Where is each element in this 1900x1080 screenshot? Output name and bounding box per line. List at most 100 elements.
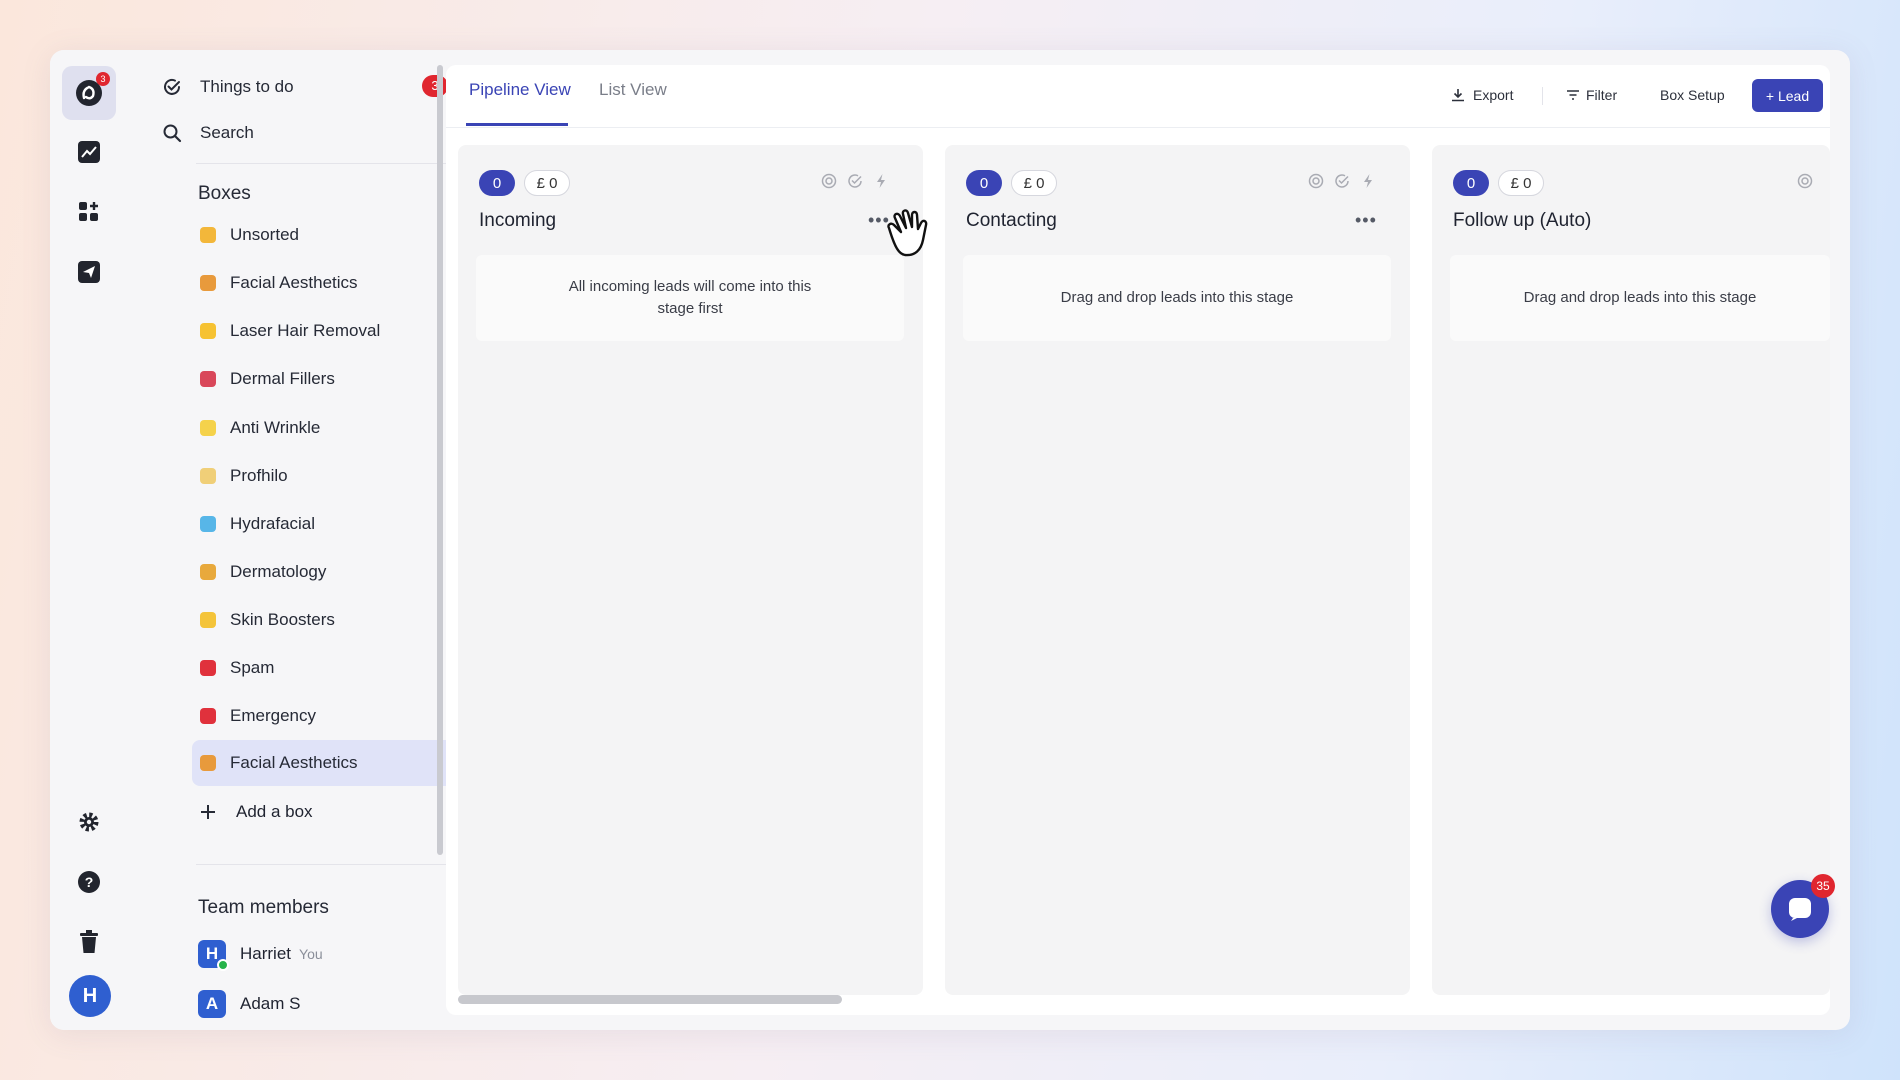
team-member[interactable]: H Harriet You xyxy=(198,940,323,971)
box-label: Facial Aesthetics xyxy=(230,273,358,292)
settings-button[interactable] xyxy=(62,795,116,849)
chart-icon xyxy=(78,141,100,163)
logo-button[interactable]: 3 xyxy=(62,66,116,120)
search-icon xyxy=(163,124,182,143)
sidebar-scrollbar[interactable] xyxy=(437,65,443,855)
chat-icon xyxy=(1789,898,1811,921)
horizontal-scrollbar[interactable] xyxy=(458,995,842,1004)
sidebar-box-item[interactable]: Anti Wrinkle xyxy=(192,405,466,451)
box-label: Dermatology xyxy=(230,562,327,581)
sidebar-box-item[interactable]: Emergency xyxy=(192,693,466,739)
send-icon xyxy=(78,261,100,283)
stage-more-button[interactable]: ••• xyxy=(1355,210,1377,231)
team-member[interactable]: A Adam S xyxy=(198,990,300,1018)
things-to-do-label: Things to do xyxy=(200,77,294,96)
analytics-button[interactable] xyxy=(62,125,116,179)
empty-message-text: All incoming leads will come into this s… xyxy=(568,278,812,317)
add-box-button[interactable]: Add a box xyxy=(200,802,313,822)
empty-message-text: Drag and drop leads into this stage xyxy=(1523,289,1757,306)
target-icon[interactable] xyxy=(1797,173,1813,189)
campaigns-button[interactable] xyxy=(62,245,116,299)
export-button[interactable]: Export xyxy=(1451,80,1513,110)
member-initial: A xyxy=(205,994,219,1013)
box-emoji-icon xyxy=(200,371,216,387)
sidebar-box-item[interactable]: Hydrafacial xyxy=(192,501,466,547)
more-icon: ••• xyxy=(1355,210,1377,230)
hand-cursor-icon xyxy=(887,209,928,257)
stage-title: Incoming xyxy=(479,210,557,231)
apps-button[interactable] xyxy=(62,185,116,239)
tab-list-view[interactable]: List View xyxy=(599,80,667,100)
empty-message-text: Drag and drop leads into this stage xyxy=(1060,289,1294,306)
stage-lead-count: 0 xyxy=(1453,170,1489,196)
export-label: Export xyxy=(1473,87,1514,103)
pipeline-panel: Pipeline View List View Export Filter Bo… xyxy=(446,65,1830,1015)
add-lead-button[interactable]: + Lead xyxy=(1752,79,1823,112)
box-emoji-icon xyxy=(200,323,216,339)
things-to-do-link[interactable]: Things to do xyxy=(164,72,294,102)
check-icon[interactable] xyxy=(1334,173,1350,189)
stage-title: Follow up (Auto) xyxy=(1453,210,1592,231)
box-label: Anti Wrinkle xyxy=(230,418,321,437)
gear-icon xyxy=(79,812,99,832)
box-emoji-icon xyxy=(200,516,216,532)
box-emoji-icon xyxy=(200,755,216,771)
add-box-label: Add a box xyxy=(236,802,313,821)
user-avatar[interactable]: H xyxy=(69,975,111,1017)
check-circle-icon xyxy=(164,78,180,95)
bolt-icon[interactable] xyxy=(873,173,889,189)
target-icon[interactable] xyxy=(821,173,837,189)
member-initial: H xyxy=(205,944,219,963)
filter-label: Filter xyxy=(1586,87,1618,103)
member-you-tag: You xyxy=(299,946,323,962)
team-members-title: Team members xyxy=(198,897,329,918)
box-label: Skin Boosters xyxy=(230,610,335,629)
box-setup-button[interactable]: Box Setup xyxy=(1660,80,1725,110)
stage-value: £ 0 xyxy=(1011,170,1057,196)
help-icon: ? xyxy=(78,871,100,893)
box-label: Hydrafacial xyxy=(230,514,316,533)
sidebar-divider xyxy=(196,864,450,865)
box-emoji-icon xyxy=(200,275,216,291)
trash-button[interactable] xyxy=(62,915,116,969)
logo-badge: 3 xyxy=(96,72,110,86)
tab-pipeline-view[interactable]: Pipeline View xyxy=(469,80,571,100)
sidebar-box-item[interactable]: Dermatology xyxy=(192,549,466,595)
filter-button[interactable]: Filter xyxy=(1566,80,1617,110)
tabs-divider xyxy=(446,127,1830,128)
chat-button[interactable]: 35 xyxy=(1771,874,1835,938)
target-icon[interactable] xyxy=(1308,173,1324,189)
sidebar-box-item[interactable]: Spam xyxy=(192,645,466,691)
bolt-icon[interactable] xyxy=(1360,173,1376,189)
stage-lead-count: 0 xyxy=(966,170,1002,196)
box-emoji-icon xyxy=(200,564,216,580)
stage-value: £ 0 xyxy=(1498,170,1544,196)
box-label: Laser Hair Removal xyxy=(230,321,381,340)
box-label: Profhilo xyxy=(230,466,288,485)
stage-column-contacting: 0 £ 0 Contacting ••• Drag and drop leads… xyxy=(945,145,1410,995)
things-to-do-count: 3 xyxy=(422,75,448,97)
box-emoji-icon xyxy=(200,612,216,628)
box-emoji-icon xyxy=(200,660,216,676)
check-icon[interactable] xyxy=(847,173,863,189)
member-name: Adam S xyxy=(240,994,301,1013)
box-label: Unsorted xyxy=(230,225,299,244)
search-link[interactable]: Search xyxy=(163,118,254,148)
stage-empty-message: All incoming leads will come into this s… xyxy=(476,255,904,341)
sidebar-box-item[interactable]: Profhilo xyxy=(192,453,466,499)
sidebar-box-item[interactable]: Skin Boosters xyxy=(192,597,466,643)
download-icon xyxy=(1452,89,1464,102)
sidebar-box-item[interactable]: Facial Aesthetics xyxy=(192,260,466,306)
stage-icons xyxy=(1797,173,1813,189)
sidebar-box-item[interactable]: Laser Hair Removal xyxy=(192,308,466,354)
sidebar-box-item[interactable]: Unsorted xyxy=(192,212,466,258)
member-avatar: A xyxy=(198,990,226,1018)
box-label: Spam xyxy=(230,658,275,677)
help-button[interactable]: ? xyxy=(62,855,116,909)
sidebar-box-item[interactable]: Dermal Fillers xyxy=(192,356,466,402)
stage-value: £ 0 xyxy=(524,170,570,196)
box-emoji-icon xyxy=(200,227,216,243)
sidebar-box-item[interactable]: Facial Aesthetics xyxy=(192,740,466,786)
sidebar-divider xyxy=(196,163,450,164)
online-status-dot xyxy=(217,959,229,971)
